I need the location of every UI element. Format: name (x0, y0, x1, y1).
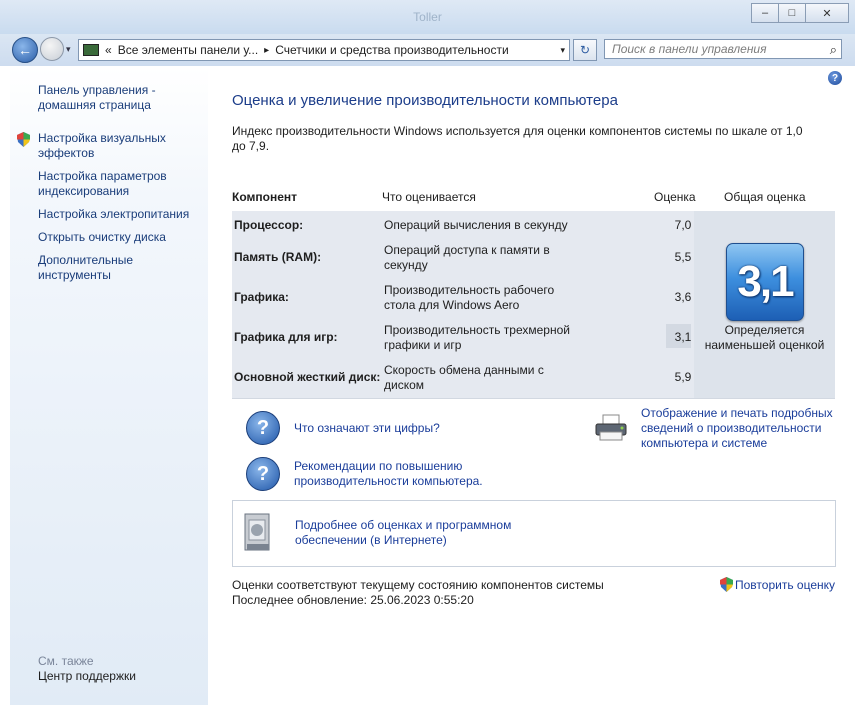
online-info-box: Подробнее об оценках и программном обесп… (232, 500, 836, 567)
sidebar-link-disk-cleanup[interactable]: Открыть очистку диска (38, 230, 198, 245)
shield-icon (17, 132, 30, 147)
link-online-info[interactable]: Подробнее об оценках и программном обесп… (295, 518, 535, 548)
refresh-button[interactable]: ↻ (573, 39, 597, 61)
rerun-assessment-link[interactable]: Повторить оценку (720, 577, 835, 592)
base-score-badge: 3,1 (726, 243, 804, 321)
row-gaming-label: Графика для игр: (234, 330, 338, 344)
search-placeholder: Поиск в панели управления (612, 42, 767, 56)
row-graphics-score: 3,6 (674, 290, 692, 304)
shield-icon (720, 577, 733, 592)
search-input[interactable]: Поиск в панели управления ⌕ (604, 39, 842, 59)
printer-icon (595, 414, 627, 441)
row-ram-label: Память (RAM): (234, 250, 322, 264)
row-ram-score: 5,5 (674, 250, 692, 264)
row-cpu-score: 7,0 (674, 218, 692, 232)
question-icon: ? (246, 457, 280, 491)
link-print-details[interactable]: Отображение и печать подробных сведений … (641, 406, 841, 451)
row-cpu-label: Процессор: (234, 218, 304, 232)
overall-note: Определяется наименьшей оценкой (704, 323, 825, 352)
breadcrumb-performance[interactable]: Счетчики и средства производительности (275, 43, 508, 57)
row-graphics-label: Графика: (234, 290, 289, 304)
page-description: Индекс производительности Windows исполь… (232, 124, 803, 153)
back-button[interactable]: ← (12, 37, 38, 63)
close-button[interactable]: ✕ (805, 3, 849, 23)
address-bar[interactable]: « Все элементы панели у... ▸ Счетчики и … (78, 39, 570, 61)
window-title: Toller (413, 10, 442, 24)
rerun-assessment-label[interactable]: Повторить оценку (735, 578, 835, 592)
breadcrumb-separator[interactable]: ▸ (264, 45, 269, 56)
link-improve-tips[interactable]: Рекомендации по повышению производительн… (294, 459, 514, 489)
row-ram-desc: Операций доступа к памяти в секунду (384, 243, 550, 272)
sidebar-link-indexing[interactable]: Настройка параметров индексирования (38, 169, 198, 199)
row-cpu-desc: Операций вычисления в секунду (384, 218, 568, 232)
row-gaming-score: 3,1 (674, 330, 692, 344)
sidebar-link-action-center[interactable]: Центр поддержки (38, 669, 198, 684)
header-component: Компонент (232, 190, 297, 204)
recent-pages-dropdown[interactable]: ▾ (66, 44, 71, 55)
minimize-button[interactable]: – (751, 3, 779, 23)
see-also-label: См. также (38, 654, 94, 668)
title-bar: Toller – □ ✕ (0, 0, 855, 34)
row-disk-score: 5,9 (674, 370, 692, 384)
row-disk-label: Основной жесткий диск: (234, 370, 381, 384)
address-chevron[interactable]: « (105, 43, 112, 57)
navigation-bar: ← ▾ « Все элементы панели у... ▸ Счетчик… (0, 34, 855, 66)
software-box-icon (244, 513, 270, 551)
status-text: Оценки соответствуют текущему состоянию … (232, 578, 604, 592)
sidebar-link-visual-effects[interactable]: Настройка визуальных эффектов (38, 131, 198, 161)
address-dropdown[interactable]: ▾ (560, 45, 565, 56)
control-panel-icon (83, 44, 99, 56)
row-gaming-desc: Производительность трехмерной графики и … (384, 323, 570, 352)
help-icon[interactable]: ? (828, 71, 842, 85)
page-title: Оценка и увеличение производительности к… (232, 92, 618, 109)
sidebar: Панель управления - домашняя страница На… (10, 67, 208, 705)
main-content: ? Оценка и увеличение производительности… (208, 67, 855, 710)
sidebar-link-home[interactable]: Панель управления - домашняя страница (38, 83, 198, 113)
row-disk-desc: Скорость обмена данными с диском (384, 363, 544, 392)
header-overall: Общая оценка (724, 190, 806, 204)
question-icon: ? (246, 411, 280, 445)
row-graphics-desc: Производительность рабочего стола для Wi… (384, 283, 555, 312)
window-controls: – □ ✕ (751, 3, 849, 23)
search-icon[interactable]: ⌕ (830, 42, 837, 58)
header-score: Оценка (654, 190, 696, 204)
back-arrow-icon: ← (18, 42, 32, 58)
sidebar-link-power[interactable]: Настройка электропитания (38, 207, 198, 222)
breadcrumb-all-items[interactable]: Все элементы панели у... (118, 43, 258, 57)
maximize-button[interactable]: □ (778, 3, 806, 23)
link-what-numbers-mean[interactable]: Что означают эти цифры? (294, 421, 440, 436)
sidebar-link-advanced-tools[interactable]: Дополнительные инструменты (38, 253, 198, 283)
header-assessed: Что оценивается (382, 190, 476, 204)
forward-button[interactable] (40, 37, 64, 61)
last-update-text: Последнее обновление: 25.06.2023 0:55:20 (232, 593, 474, 607)
